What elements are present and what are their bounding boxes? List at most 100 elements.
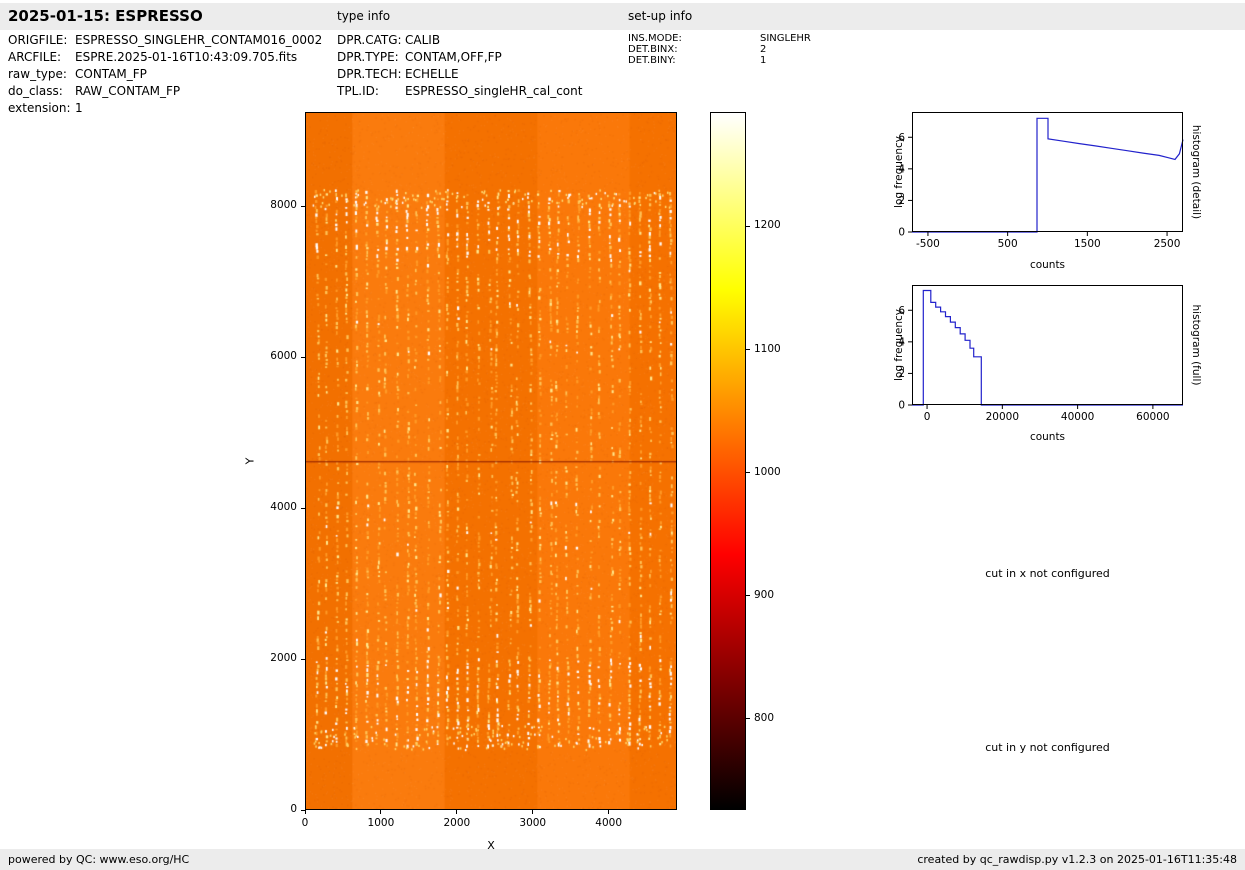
hist-full-side-label: histogram (full) [1190,304,1202,386]
y-tick-mark [301,356,305,358]
field-value: 1 [75,101,83,115]
cut-x-message: cut in x not configured [985,567,1110,580]
field-label: raw_type: [8,67,67,81]
y-tick-label: 0 [290,803,297,815]
hist-full-xlabel: counts [1029,431,1066,443]
hist-y-tick-label: 6 [898,305,905,317]
field-label: ARCFILE: [8,50,62,64]
y-tick-label: 8000 [270,199,297,212]
colorbar-tick-mark [746,225,750,227]
hist-x-tick-label: 2500 [1154,238,1181,250]
setup-info-heading: set-up info [628,9,693,23]
hist-curve [912,117,1184,233]
colorbar-tick-mark [746,472,750,474]
hist-x-tick-label: 0 [924,411,931,423]
file-info-row: ARCFILE: ESPRE.2025-01-16T10:43:09.705.f… [8,50,322,67]
type-info-row: DPR.TYPE: CONTAM,OFF,FP [337,50,582,67]
y-tick-mark [301,658,305,660]
hist-y-tick-label: 4 [898,336,905,348]
hist-x-tick-label: 500 [998,238,1018,250]
field-value: CONTAM_FP [75,67,147,81]
hist-y-tick-label: 2 [898,195,905,207]
x-tick-mark [456,810,458,814]
field-value: CONTAM,OFF,FP [405,50,502,64]
qc-rawdisp-figure: 2025-01-15: ESPRESSO type info set-up in… [0,0,1245,870]
histogram-full-plot: 0 20000 40000 60000 0 2 4 6 [898,285,1183,423]
field-label: DET.BINX: [628,44,678,55]
field-value: ECHELLE [405,67,459,81]
setup-info-block: INS.MODE: SINGLEHR DET.BINX: 2 DET.BINY:… [628,33,811,66]
field-label: DPR.TECH: [337,67,402,81]
field-label: DPR.TYPE: [337,50,399,64]
file-info-row: raw_type: CONTAM_FP [8,67,322,84]
setup-info-row: DET.BINY: 1 [628,55,811,66]
y-tick-label: 6000 [270,350,297,363]
type-info-row: DPR.TECH: ECHELLE [337,67,582,84]
hist-detail-xlabel: counts [1029,259,1066,271]
type-info-block: DPR.CATG: CALIB DPR.TYPE: CONTAM,OFF,FP … [337,33,582,101]
hist-y-tick-label: 4 [898,163,905,175]
field-label: ORIGFILE: [8,33,68,47]
setup-info-row: DET.BINX: 2 [628,44,811,55]
field-label: DPR.CATG: [337,33,402,47]
field-value: 2 [760,44,767,55]
file-info-row: extension: 1 [8,101,322,118]
detector-image-canvas [306,113,676,809]
hist-curve [912,289,1183,406]
hist-x-tick-label: 40000 [1061,411,1094,423]
field-label: INS.MODE: [628,33,682,44]
colorbar-tick-label: 1100 [754,342,781,355]
x-tick-label: 3000 [519,817,547,829]
y-tick-label: 2000 [270,652,297,665]
file-info-block: ORIGFILE: ESPRESSO_SINGLEHR_CONTAM016_00… [8,33,322,118]
colorbar-tick-label: 1200 [754,219,781,232]
hist-x-tick-label: 60000 [1136,411,1169,423]
type-info-heading: type info [337,9,391,23]
field-value: SINGLEHR [760,33,811,44]
histogram-detail-plot: -500 500 1500 2500 0 2 4 6 [898,112,1184,250]
field-value: RAW_CONTAM_FP [75,84,181,98]
field-label: do_class: [8,84,63,98]
colorbar-tick-mark [746,718,750,720]
colorbar-tick-label: 900 [754,588,775,601]
footer-created-by: created by qc_rawdisp.py v1.2.3 on 2025-… [917,853,1237,866]
type-info-row: TPL.ID: ESPRESSO_singleHR_cal_cont [337,84,582,101]
hist-y-tick-label: 6 [898,132,905,144]
colorbar-tick-mark [746,349,750,351]
y-axis-label: Y [243,457,257,465]
hist-y-tick-label: 0 [898,400,905,412]
detector-image-plot [305,112,677,810]
hist-x-tick-label: 20000 [986,411,1019,423]
field-label: extension: [8,101,71,115]
field-value: ESPRE.2025-01-16T10:43:09.705.fits [75,50,298,64]
setup-info-row: INS.MODE: SINGLEHR [628,33,811,44]
hist-x-tick-label: -500 [916,238,940,250]
colorbar-tick-label: 1000 [754,465,781,478]
colorbar-tick-label: 800 [754,711,775,724]
page-title: 2025-01-15: ESPRESSO [8,7,203,25]
field-value: 1 [760,55,767,66]
x-tick-mark [532,810,534,814]
footer-bar: powered by QC: www.eso.org/HC created by… [0,849,1245,870]
hist-y-tick-label: 2 [898,368,905,380]
file-info-row: do_class: RAW_CONTAM_FP [8,84,322,101]
field-label: TPL.ID: [337,84,379,98]
x-tick-label: 0 [301,817,309,829]
field-label: DET.BINY: [628,55,676,66]
colorbar-tick-mark [746,595,750,597]
plot-border [912,285,1183,405]
cut-y-message: cut in y not configured [985,741,1110,754]
hist-detail-side-label: histogram (detail) [1190,124,1202,220]
field-value: CALIB [405,33,441,47]
y-tick-label: 4000 [270,501,297,514]
colorbar [710,112,746,810]
file-info-row: ORIGFILE: ESPRESSO_SINGLEHR_CONTAM016_00… [8,33,322,50]
y-tick-mark [301,809,305,811]
x-tick-label: 4000 [595,817,623,829]
header-bar: 2025-01-15: ESPRESSO type info set-up in… [0,3,1245,30]
x-tick-mark [304,810,306,814]
footer-credit: powered by QC: www.eso.org/HC [8,853,190,866]
x-tick-mark [380,810,382,814]
x-tick-label: 2000 [443,817,471,829]
x-tick-mark [608,810,610,814]
